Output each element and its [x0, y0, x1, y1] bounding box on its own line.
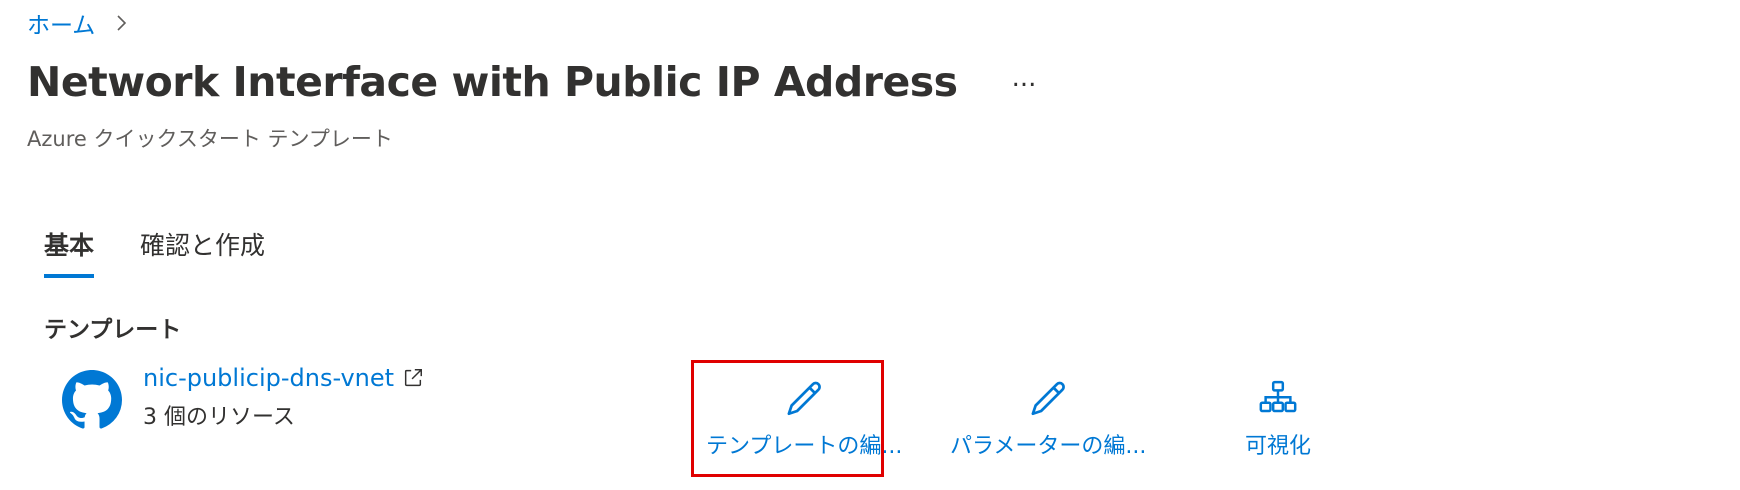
github-icon — [62, 370, 122, 429]
tab-basics[interactable]: 基本 — [44, 226, 95, 278]
visualize-label: 可視化 — [1245, 434, 1312, 459]
visualize-button[interactable]: 可視化 — [1245, 378, 1311, 460]
page-subtitle: Azure クイックスタート テンプレート — [27, 127, 393, 151]
repo-link[interactable]: nic-publicip-dns-vnet — [143, 364, 424, 392]
highlight-box — [691, 360, 884, 477]
edit-parameters-button[interactable]: パラメーターの編... — [950, 378, 1146, 460]
hierarchy-icon — [1259, 380, 1297, 413]
more-options-button[interactable]: ... — [1006, 65, 1043, 91]
tab-review-create[interactable]: 確認と作成 — [140, 226, 265, 278]
section-heading-template: テンプレート — [44, 317, 182, 343]
breadcrumb: ホーム — [27, 6, 133, 40]
repo-name: nic-publicip-dns-vnet — [143, 364, 395, 392]
edit-parameters-label: パラメーターの編... — [950, 434, 1147, 459]
external-link-icon — [404, 369, 423, 387]
breadcrumb-home-link[interactable]: ホーム — [27, 6, 95, 40]
page: ホーム Network Interface with Public IP Add… — [0, 0, 1740, 490]
tab-bar: 基本 確認と作成 — [44, 226, 311, 278]
page-title: Network Interface with Public IP Address — [27, 58, 958, 106]
title-row: Network Interface with Public IP Address… — [27, 58, 1042, 106]
pencil-icon — [1031, 381, 1066, 416]
chevron-right-icon — [117, 15, 127, 31]
resource-count: 3 個のリソース — [143, 405, 295, 430]
